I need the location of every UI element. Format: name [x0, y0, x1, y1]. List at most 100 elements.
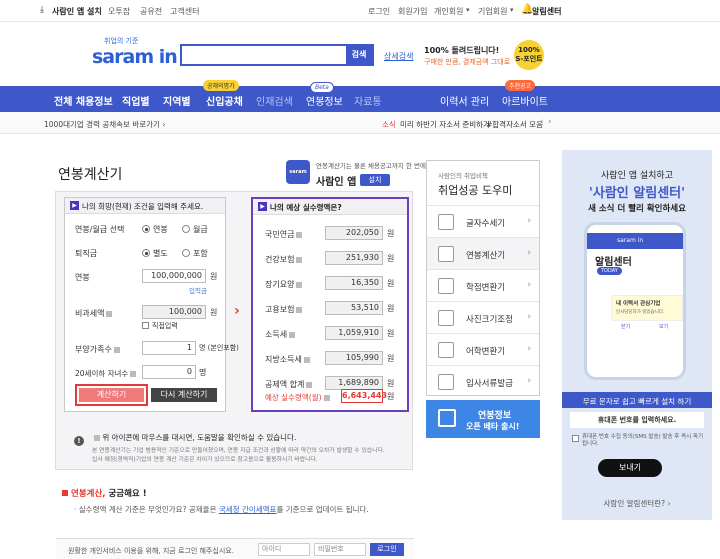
ticker-bar: 1000대기업 경력 공채속보 바로가기 › 소식 미리 하반기 자소서 준비하… — [0, 112, 720, 134]
annual-radio[interactable] — [142, 225, 150, 233]
info-icon: ▶ — [70, 201, 79, 210]
detail-search-link[interactable]: 상세검색 — [384, 51, 413, 62]
help-note-body1: 본 연봉계산기는 기업 범용적인 기준으로 만들어졌으며, 연봉 지급 조건과 … — [92, 448, 385, 454]
login-bar: 원활한 개인서비스 이용을 위해, 지금 로그인 해주십시요. 아이디 비밀번호… — [56, 538, 414, 559]
help-icon[interactable] — [289, 331, 296, 338]
agree-checkbox[interactable] — [572, 435, 579, 442]
photo-resize-icon — [438, 310, 454, 326]
nontax-unit: 원 — [210, 308, 218, 317]
help-icon[interactable] — [296, 306, 303, 313]
help-note-title: 위 아이콘에 마우스를 대시면, 도움말을 확인하실 수 있습니다. — [92, 432, 296, 443]
help-icon[interactable] — [106, 310, 113, 317]
included-radio-label: 포함 — [193, 249, 208, 258]
helper-sidebar: 사람인의 취업비책 취업성공 도우미 글자수세기 › 연봉계산기 › 학점변환기 › … — [426, 160, 540, 396]
help-icon[interactable] — [306, 381, 313, 388]
sidebar-item-photo-resize[interactable]: 사진크기조정 › — [427, 301, 539, 333]
banner-subtitle: 오픈 베타 출시! — [466, 422, 520, 431]
nontax-input[interactable]: 100,000 — [142, 305, 206, 319]
help-icon[interactable] — [296, 281, 303, 288]
notice-link[interactable]: 공유전 — [140, 6, 162, 17]
alarm-center-link[interactable]: 알림센터 — [532, 6, 561, 17]
phone-mockup: saram in 알림센터 TODAY 내 이력서 관심기업 인사담당자가 읽었… — [584, 222, 686, 380]
chevron-right-icon[interactable]: › — [548, 117, 552, 127]
ticker-left-link[interactable]: 1000대기업 경력 공채속보 바로가기 › — [44, 119, 165, 130]
input-panel-header: ▶ 나의 희망(현재) 조건을 입력해 주세요. — [65, 198, 225, 214]
help-icon[interactable] — [303, 356, 310, 363]
nav-new-hire[interactable]: 신입공채 — [206, 93, 243, 108]
text-count-icon — [438, 214, 454, 230]
support-link[interactable]: 고객센터 — [170, 6, 199, 17]
chevron-left-icon[interactable]: ‹ — [540, 117, 544, 127]
result-value: 16,350 — [325, 276, 383, 290]
banner-title: 연봉정보 — [478, 411, 512, 421]
search-button[interactable]: 검색 — [346, 46, 372, 64]
arrow-right-icon: › — [234, 303, 240, 319]
logo[interactable]: 취업의 기준 saram in — [90, 36, 178, 72]
nav-resume[interactable]: 이력서 관리 — [440, 93, 489, 108]
app-promo-text: 연봉계산기는 물론 채용공고까지 한 번에! — [316, 162, 429, 170]
sidebar-item-documents[interactable]: 입사서류발급 › — [427, 365, 539, 397]
phone-number-input[interactable]: 휴대폰 번호를 입력하세요. — [570, 412, 704, 428]
free-sms-strip: 무료 문자로 쉽고 빠르게 설치 하기 — [562, 392, 712, 408]
blog-link[interactable]: 오투잡 — [108, 6, 130, 17]
personal-member-menu[interactable]: 개인회원 — [434, 6, 463, 17]
ticker-right-suffix[interactable]: #합격자소서 모음 — [486, 119, 543, 130]
sidebar-item-language[interactable]: 어학변환기 › — [427, 333, 539, 365]
nav-talent-search[interactable]: 인재검색 — [256, 93, 293, 108]
tax-table-link[interactable]: 국세청 간이세액표 — [219, 505, 277, 514]
login-id-input[interactable]: 아이디 — [258, 543, 310, 556]
sidebar-item-salary-calc[interactable]: 연봉계산기 › — [427, 237, 539, 269]
salary-info-banner[interactable]: 연봉정보 오픈 베타 출시! — [426, 400, 540, 438]
ticker-right-link[interactable]: 미리 하반기 자소서 준비하기 — [400, 119, 490, 130]
result-value: 105,990 — [325, 351, 383, 365]
join-link[interactable]: 회원가입 — [398, 6, 427, 17]
nav-by-job[interactable]: 직업별 — [122, 93, 150, 108]
sidebar-item-char-count[interactable]: 글자수세기 › — [427, 205, 539, 237]
login-button[interactable]: 로그인 — [370, 543, 404, 556]
direct-input-checkbox[interactable] — [142, 322, 149, 329]
what-is-alarm-link[interactable]: 사람인 알림센터란? › — [562, 498, 712, 509]
separate-radio-label: 별도 — [153, 249, 168, 258]
dependents-label: 부양가족수 — [75, 344, 120, 355]
nav-by-region[interactable]: 지역별 — [163, 93, 191, 108]
corporate-member-menu[interactable]: 기업회원 — [478, 6, 507, 17]
children-input[interactable]: 0 — [142, 365, 196, 379]
salary-input[interactable]: 100,000,000 — [142, 269, 206, 283]
help-icon[interactable] — [113, 346, 120, 353]
nav-part-time[interactable]: 아르바이트 — [502, 93, 548, 108]
point-badge[interactable]: 100% S-포인트 — [514, 40, 544, 70]
login-password-input[interactable]: 비밀번호 — [314, 543, 366, 556]
help-icon[interactable] — [296, 231, 303, 238]
help-icon[interactable] — [130, 371, 137, 377]
result-unit: 원 — [387, 254, 395, 263]
app-install-link[interactable]: 사람인 앱 설치 — [52, 6, 102, 17]
reset-button[interactable]: 다시 계산하기 — [151, 388, 217, 402]
recommend-badge: 추천공고 — [505, 80, 536, 91]
faq-bullet-icon — [62, 490, 68, 496]
promo-subtitle: 구매한 만큼, 결제금액 그대로 — [424, 58, 511, 66]
nav-resources[interactable]: 자료통 — [354, 93, 382, 108]
sidebar-item-gpa[interactable]: 학점변환기 › — [427, 269, 539, 301]
login-link[interactable]: 로그인 — [368, 6, 390, 17]
result-label: 국민연금 — [265, 229, 303, 240]
help-icon[interactable] — [296, 256, 303, 263]
send-button[interactable]: 보내기 — [598, 459, 662, 477]
result-label: 지방소득세 — [265, 354, 310, 365]
dependents-input[interactable]: 1 — [142, 341, 196, 355]
included-radio[interactable] — [182, 249, 190, 257]
page-title: 연봉계산기 — [58, 167, 123, 183]
monthly-radio-label: 월급 — [193, 225, 208, 234]
public-hire-badge: 공채의명가 — [203, 80, 239, 91]
result-value: 53,510 — [325, 301, 383, 315]
calculate-button[interactable]: 계산하기 — [79, 388, 144, 402]
nav-all-jobs[interactable]: 전체 채용정보 — [54, 93, 113, 108]
search-input[interactable] — [182, 46, 346, 64]
nav-salary-info[interactable]: 연봉정보 — [306, 93, 343, 108]
result-unit: 원 — [387, 304, 395, 313]
severance-label: 퇴직금 — [75, 249, 98, 258]
help-icon[interactable] — [323, 395, 330, 401]
chevron-right-icon: › — [527, 344, 531, 354]
separate-radio[interactable] — [142, 249, 150, 257]
app-install-button[interactable]: 설치 — [360, 174, 390, 186]
monthly-radio[interactable] — [182, 225, 190, 233]
